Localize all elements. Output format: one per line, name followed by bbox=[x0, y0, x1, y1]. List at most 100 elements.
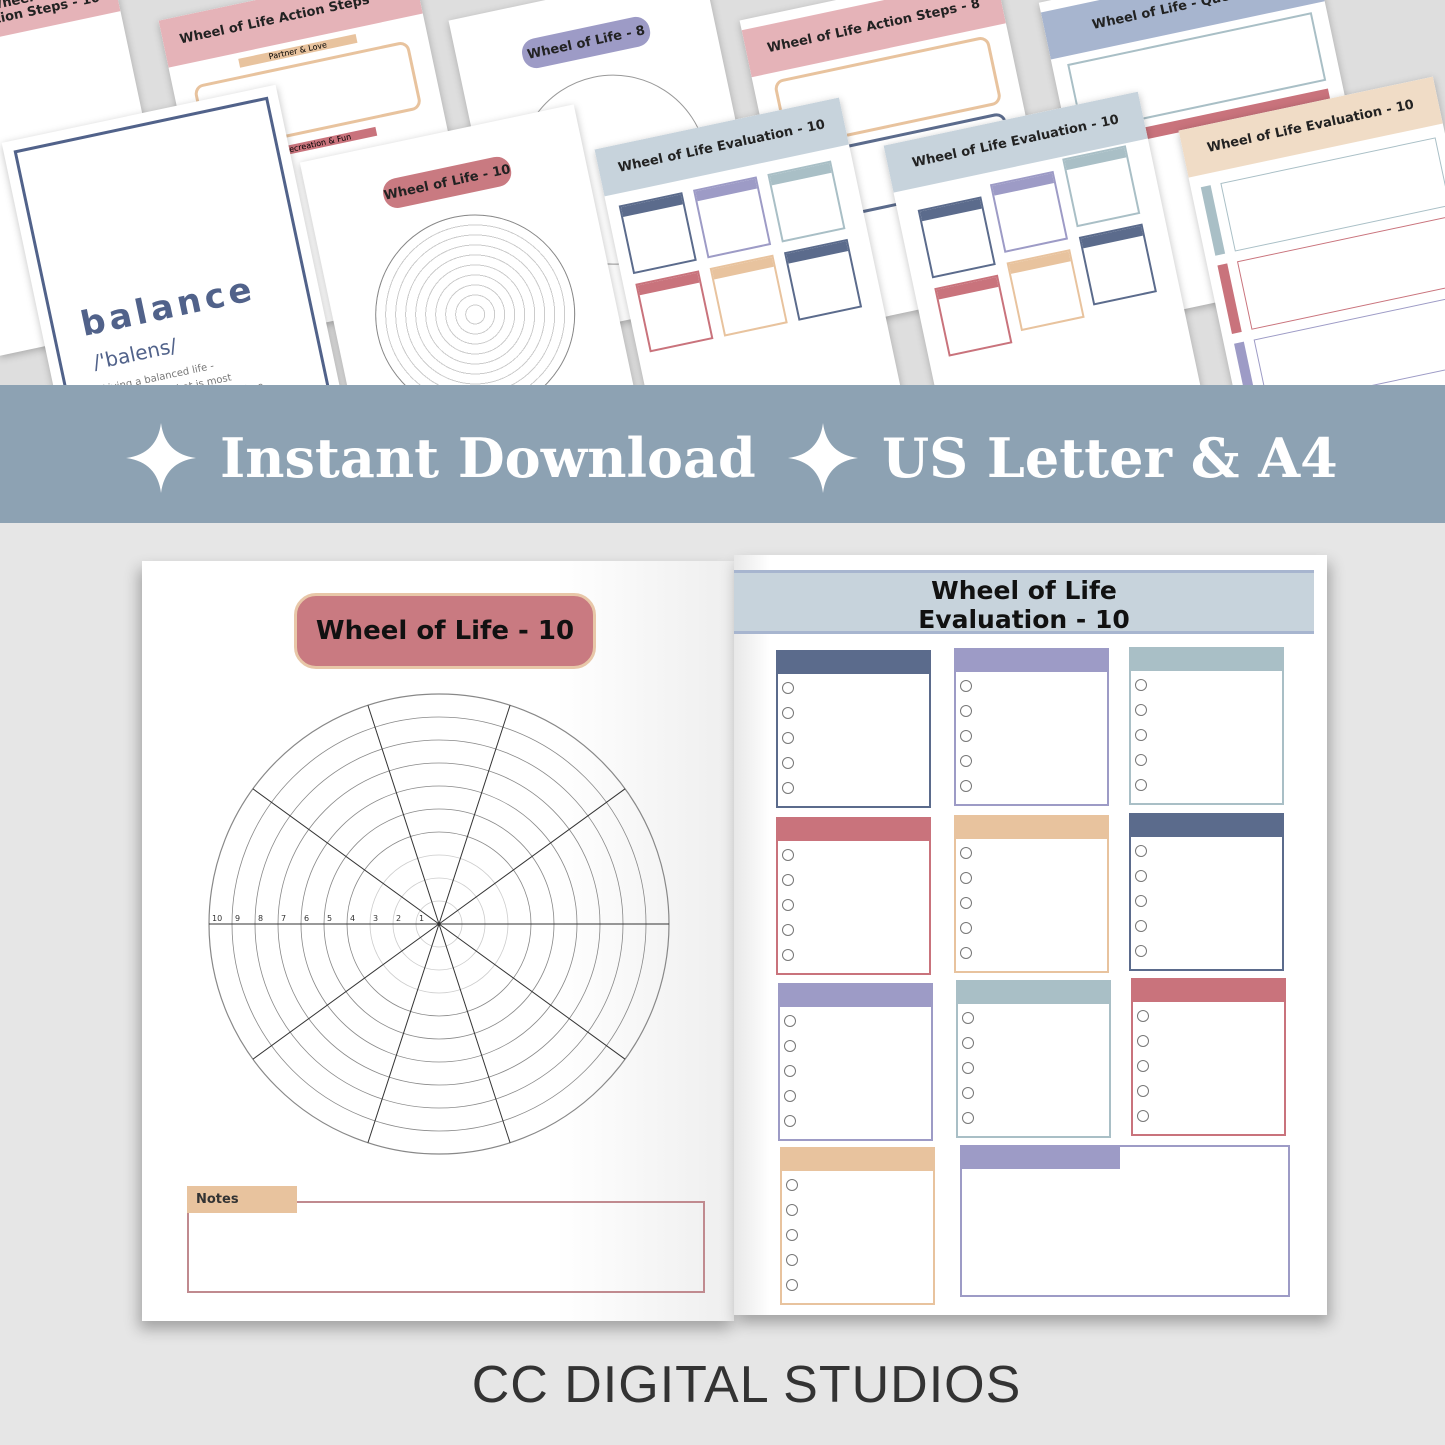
box-header bbox=[778, 819, 929, 841]
scale-label: 9 bbox=[235, 914, 240, 923]
checkbox-circle[interactable] bbox=[786, 1254, 798, 1266]
checkbox-circle[interactable] bbox=[960, 897, 972, 909]
brand-name: CC DIGITAL STUDIOS bbox=[471, 1356, 1022, 1414]
box-header bbox=[956, 817, 1107, 839]
checkbox-circle[interactable] bbox=[1135, 679, 1147, 691]
checkbox-circle[interactable] bbox=[786, 1279, 798, 1291]
checkbox-circle[interactable] bbox=[1137, 1035, 1149, 1047]
evaluation-box[interactable] bbox=[778, 983, 933, 1141]
feature-banner: Instant Download US Letter & A4 bbox=[0, 385, 1445, 523]
evaluation-box[interactable] bbox=[954, 648, 1109, 806]
title-line: Wheel of Life bbox=[931, 576, 1117, 605]
checkbox-circle[interactable] bbox=[784, 1065, 796, 1077]
wheel-spoke bbox=[438, 788, 626, 925]
checkbox-circle[interactable] bbox=[784, 1015, 796, 1027]
evaluation-box[interactable] bbox=[956, 980, 1111, 1138]
page-title: Wheel of Life - 8 bbox=[519, 14, 653, 71]
notes-label: Notes bbox=[187, 1186, 297, 1213]
checkbox-circle[interactable] bbox=[782, 707, 794, 719]
checkbox-circle[interactable] bbox=[960, 780, 972, 792]
checkbox-circle[interactable] bbox=[962, 1087, 974, 1099]
checkbox-circle[interactable] bbox=[1137, 1060, 1149, 1072]
scale-label: 6 bbox=[304, 914, 309, 923]
checkbox-circle[interactable] bbox=[782, 924, 794, 936]
sparkle-icon bbox=[788, 423, 858, 493]
checkbox-circle[interactable] bbox=[960, 705, 972, 717]
wheel-of-life-page: Wheel of Life - 10 10 9 8 7 6 5 4 3 2 1 Notes bbox=[142, 561, 734, 1321]
checkbox-circle[interactable] bbox=[784, 1090, 796, 1102]
evaluation-box[interactable] bbox=[776, 817, 931, 975]
feature-instant-download: Instant Download bbox=[126, 423, 756, 493]
checkbox-circle[interactable] bbox=[1137, 1110, 1149, 1122]
checkbox-circle[interactable] bbox=[782, 782, 794, 794]
checkbox-circle[interactable] bbox=[782, 682, 794, 694]
scale-label: 7 bbox=[281, 914, 286, 923]
page-evaluation-10-c: Wheel of Life Evaluation - 10 bbox=[1178, 76, 1445, 385]
feature-label: US Letter & A4 bbox=[882, 426, 1338, 490]
scale-label: 2 bbox=[396, 914, 401, 923]
checkbox-circle[interactable] bbox=[784, 1115, 796, 1127]
evaluation-box[interactable] bbox=[776, 650, 931, 808]
checkbox-circle[interactable] bbox=[1135, 920, 1147, 932]
checkbox-circle[interactable] bbox=[962, 1062, 974, 1074]
checkbox-circle[interactable] bbox=[1135, 704, 1147, 716]
checkbox-circle[interactable] bbox=[782, 849, 794, 861]
checkbox-circle[interactable] bbox=[962, 1012, 974, 1024]
evaluation-title: Wheel of Life Evaluation - 10 bbox=[734, 570, 1314, 634]
title-line: Evaluation - 10 bbox=[918, 605, 1130, 634]
checkbox-circle[interactable] bbox=[786, 1179, 798, 1191]
scale-label: 1 bbox=[419, 914, 424, 923]
checkbox-circle[interactable] bbox=[786, 1229, 798, 1241]
evaluation-box[interactable] bbox=[1129, 813, 1284, 971]
checkbox-circle[interactable] bbox=[782, 899, 794, 911]
checkbox-circle[interactable] bbox=[1137, 1010, 1149, 1022]
checkbox-circle[interactable] bbox=[960, 680, 972, 692]
checkbox-circle[interactable] bbox=[960, 847, 972, 859]
box-header bbox=[1133, 980, 1284, 1002]
scale-label: 5 bbox=[327, 914, 332, 923]
checkbox-circle[interactable] bbox=[786, 1204, 798, 1216]
checkbox-circle[interactable] bbox=[1135, 845, 1147, 857]
evaluation-box[interactable] bbox=[954, 815, 1109, 973]
checkbox-circle[interactable] bbox=[960, 947, 972, 959]
checkbox-circle[interactable] bbox=[960, 922, 972, 934]
wheel-spoke bbox=[438, 923, 626, 1060]
checkbox-circle[interactable] bbox=[960, 755, 972, 767]
scale-label: 10 bbox=[212, 914, 222, 923]
wheel-spoke bbox=[252, 923, 440, 1060]
notes-box[interactable] bbox=[187, 1201, 705, 1293]
checkbox-circle[interactable] bbox=[1135, 729, 1147, 741]
feature-label: Instant Download bbox=[220, 426, 756, 490]
checkbox-circle[interactable] bbox=[784, 1040, 796, 1052]
evaluation-box[interactable] bbox=[1131, 978, 1286, 1136]
evaluation-box[interactable] bbox=[1129, 647, 1284, 805]
sparkle-icon bbox=[126, 423, 196, 493]
checkbox-circle[interactable] bbox=[960, 730, 972, 742]
box-header bbox=[780, 985, 931, 1007]
checkbox-circle[interactable] bbox=[1135, 779, 1147, 791]
checkbox-circle[interactable] bbox=[960, 872, 972, 884]
checkbox-circle[interactable] bbox=[1137, 1085, 1149, 1097]
notes-box[interactable] bbox=[960, 1145, 1290, 1297]
box-header bbox=[782, 1149, 933, 1171]
box-header bbox=[958, 982, 1109, 1004]
checkbox-circle[interactable] bbox=[962, 1112, 974, 1124]
scale-label: 3 bbox=[373, 914, 378, 923]
checkbox-circle[interactable] bbox=[1135, 754, 1147, 766]
evaluation-box[interactable] bbox=[780, 1147, 935, 1305]
checkbox-circle[interactable] bbox=[1135, 945, 1147, 957]
scale-label: 8 bbox=[258, 914, 263, 923]
checkbox-circle[interactable] bbox=[782, 757, 794, 769]
checkbox-circle[interactable] bbox=[782, 874, 794, 886]
box-header bbox=[956, 650, 1107, 672]
checkbox-circle[interactable] bbox=[1135, 870, 1147, 882]
checkbox-circle[interactable] bbox=[1135, 895, 1147, 907]
checkbox-circle[interactable] bbox=[962, 1037, 974, 1049]
wheel-of-life-diagram: 10 9 8 7 6 5 4 3 2 1 bbox=[208, 693, 670, 1155]
scale-label: 4 bbox=[350, 914, 355, 923]
checkbox-circle[interactable] bbox=[782, 949, 794, 961]
box-header bbox=[1131, 649, 1282, 671]
box-header bbox=[778, 652, 929, 674]
page-title: Wheel of Life Action Steps - 10 bbox=[0, 0, 121, 51]
checkbox-circle[interactable] bbox=[782, 732, 794, 744]
